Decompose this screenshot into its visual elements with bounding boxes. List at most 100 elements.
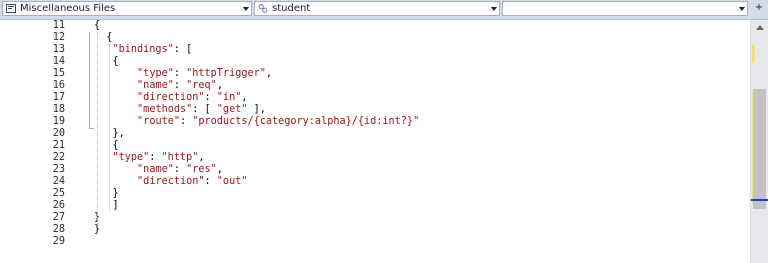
punctuation-token: }, <box>112 128 125 139</box>
code-text: "bindings": [ <box>112 44 192 56</box>
code-line[interactable]: 26] <box>0 200 750 212</box>
code-line[interactable]: 18 "methods": [ "get" ], <box>0 104 750 116</box>
string-token: "res" <box>186 164 217 175</box>
code-text: "direction": "out" <box>137 176 247 188</box>
code-text: "direction": "in", <box>137 92 247 104</box>
chevron-down-icon[interactable] <box>491 7 497 11</box>
line-number: 16 <box>52 80 65 91</box>
string-token: "name" <box>137 164 174 175</box>
caret-position-marker <box>751 199 768 201</box>
code-line[interactable]: 24 "direction": "out" <box>0 176 750 188</box>
string-token: "direction" <box>137 92 205 103</box>
code-line[interactable]: 21 { <box>0 140 750 152</box>
line-number: 26 <box>52 200 65 211</box>
code-text: { <box>106 32 112 44</box>
punctuation-token: : [ <box>173 44 193 55</box>
punctuation-token: : <box>173 80 187 91</box>
code-line[interactable]: 28} <box>0 224 750 236</box>
string-token: "req" <box>186 80 217 91</box>
project-dropdown-label: Miscellaneous Files <box>20 3 116 14</box>
punctuation-token: { <box>112 56 119 67</box>
line-number: 14 <box>52 56 65 67</box>
line-number: 19 <box>52 116 65 127</box>
string-token: "in" <box>216 92 242 103</box>
line-number: 18 <box>52 104 65 115</box>
punctuation-token: ], <box>247 104 266 115</box>
code-text: "name": "res", <box>137 164 223 176</box>
string-token: "type" <box>112 152 150 163</box>
project-dropdown[interactable]: Miscellaneous Files <box>2 1 252 16</box>
code-line[interactable]: 15 "type": "httpTrigger", <box>0 68 750 80</box>
punctuation-token: { <box>94 20 101 31</box>
code-line[interactable]: 25} <box>0 188 750 200</box>
indent-guide <box>97 32 98 224</box>
punctuation-token: , <box>216 164 223 175</box>
line-number: 11 <box>52 20 65 31</box>
punctuation-token: : <box>149 152 162 163</box>
scope-dropdown[interactable]: student <box>254 1 500 16</box>
punctuation-token: , <box>241 92 248 103</box>
code-text: { <box>112 56 118 68</box>
string-token: "httpTrigger" <box>186 68 266 79</box>
punctuation-token: { <box>112 140 119 151</box>
vertical-scrollbar[interactable] <box>750 20 768 263</box>
code-text: }, <box>112 128 124 140</box>
string-token: "products/{category:alpha}/{id:int?}" <box>192 116 420 127</box>
string-token: "bindings" <box>112 44 174 55</box>
code-line[interactable]: 17 "direction": "in", <box>0 92 750 104</box>
navigation-bar: Miscellaneous Files student + <box>0 0 768 20</box>
punctuation-token: : <box>179 116 193 127</box>
code-line[interactable]: 29 <box>0 236 750 248</box>
string-token: "route" <box>137 116 180 127</box>
string-token: "direction" <box>137 176 205 187</box>
line-number: 22 <box>52 152 65 163</box>
punctuation-token: ] <box>112 200 119 211</box>
line-number: 20 <box>52 128 65 139</box>
split-window-button[interactable]: + <box>752 3 766 15</box>
punctuation-token: } <box>112 188 119 199</box>
code-text: { <box>94 20 100 32</box>
code-line[interactable]: 12 { <box>0 32 750 44</box>
code-line[interactable]: 19 "route": "products/{category:alpha}/{i… <box>0 116 750 128</box>
string-token: "get" <box>216 104 248 115</box>
code-line[interactable]: 13 "bindings": [ <box>0 44 750 56</box>
code-line[interactable]: 23 "name": "res", <box>0 164 750 176</box>
code-editor[interactable]: 11 {12 {13 "bindings": [ 14 {15 "type": "httpT… <box>0 20 750 263</box>
line-number: 12 <box>52 32 65 43</box>
code-text: "name": "req", <box>137 80 223 92</box>
line-number: 27 <box>52 212 65 223</box>
chevron-down-icon[interactable] <box>243 7 249 11</box>
code-line[interactable]: 11 { <box>0 20 750 32</box>
scope-dropdown-label: student <box>272 3 311 14</box>
chevron-down-icon[interactable] <box>739 7 745 11</box>
scroll-up-arrow-icon[interactable] <box>756 25 764 30</box>
line-number: 21 <box>52 140 65 151</box>
punctuation-token: { <box>106 32 113 43</box>
punctuation-token: , <box>198 152 205 163</box>
line-number: 17 <box>52 92 65 103</box>
code-line[interactable]: 16 "name": "req", <box>0 80 750 92</box>
line-number: 28 <box>52 224 65 235</box>
line-number: 23 <box>52 164 65 175</box>
punctuation-token: : <box>204 176 217 187</box>
string-token: "type" <box>137 68 174 79</box>
punctuation-token: , <box>265 68 273 79</box>
code-line[interactable]: 20}, <box>0 128 750 140</box>
string-token: "out" <box>216 176 248 187</box>
code-text: "methods": [ "get" ], <box>137 104 266 116</box>
string-token: "methods" <box>137 104 193 115</box>
code-text: "route": "products/{category:alpha}/{id:… <box>137 116 419 128</box>
punctuation-token: } <box>94 224 101 235</box>
code-line[interactable]: 22 "type": "http", <box>0 152 750 164</box>
scope-bracket-highlight <box>89 32 94 129</box>
line-number: 13 <box>52 44 65 55</box>
code-line[interactable]: 14 { <box>0 56 750 68</box>
member-dropdown[interactable] <box>502 1 748 16</box>
string-token: "http" <box>161 152 199 163</box>
indent-guide <box>109 44 110 212</box>
code-text: { <box>112 140 118 152</box>
line-number: 25 <box>52 188 65 199</box>
code-text: ] <box>112 200 118 212</box>
code-line[interactable]: 27} <box>0 212 750 224</box>
scroll-thumb[interactable] <box>753 89 766 209</box>
